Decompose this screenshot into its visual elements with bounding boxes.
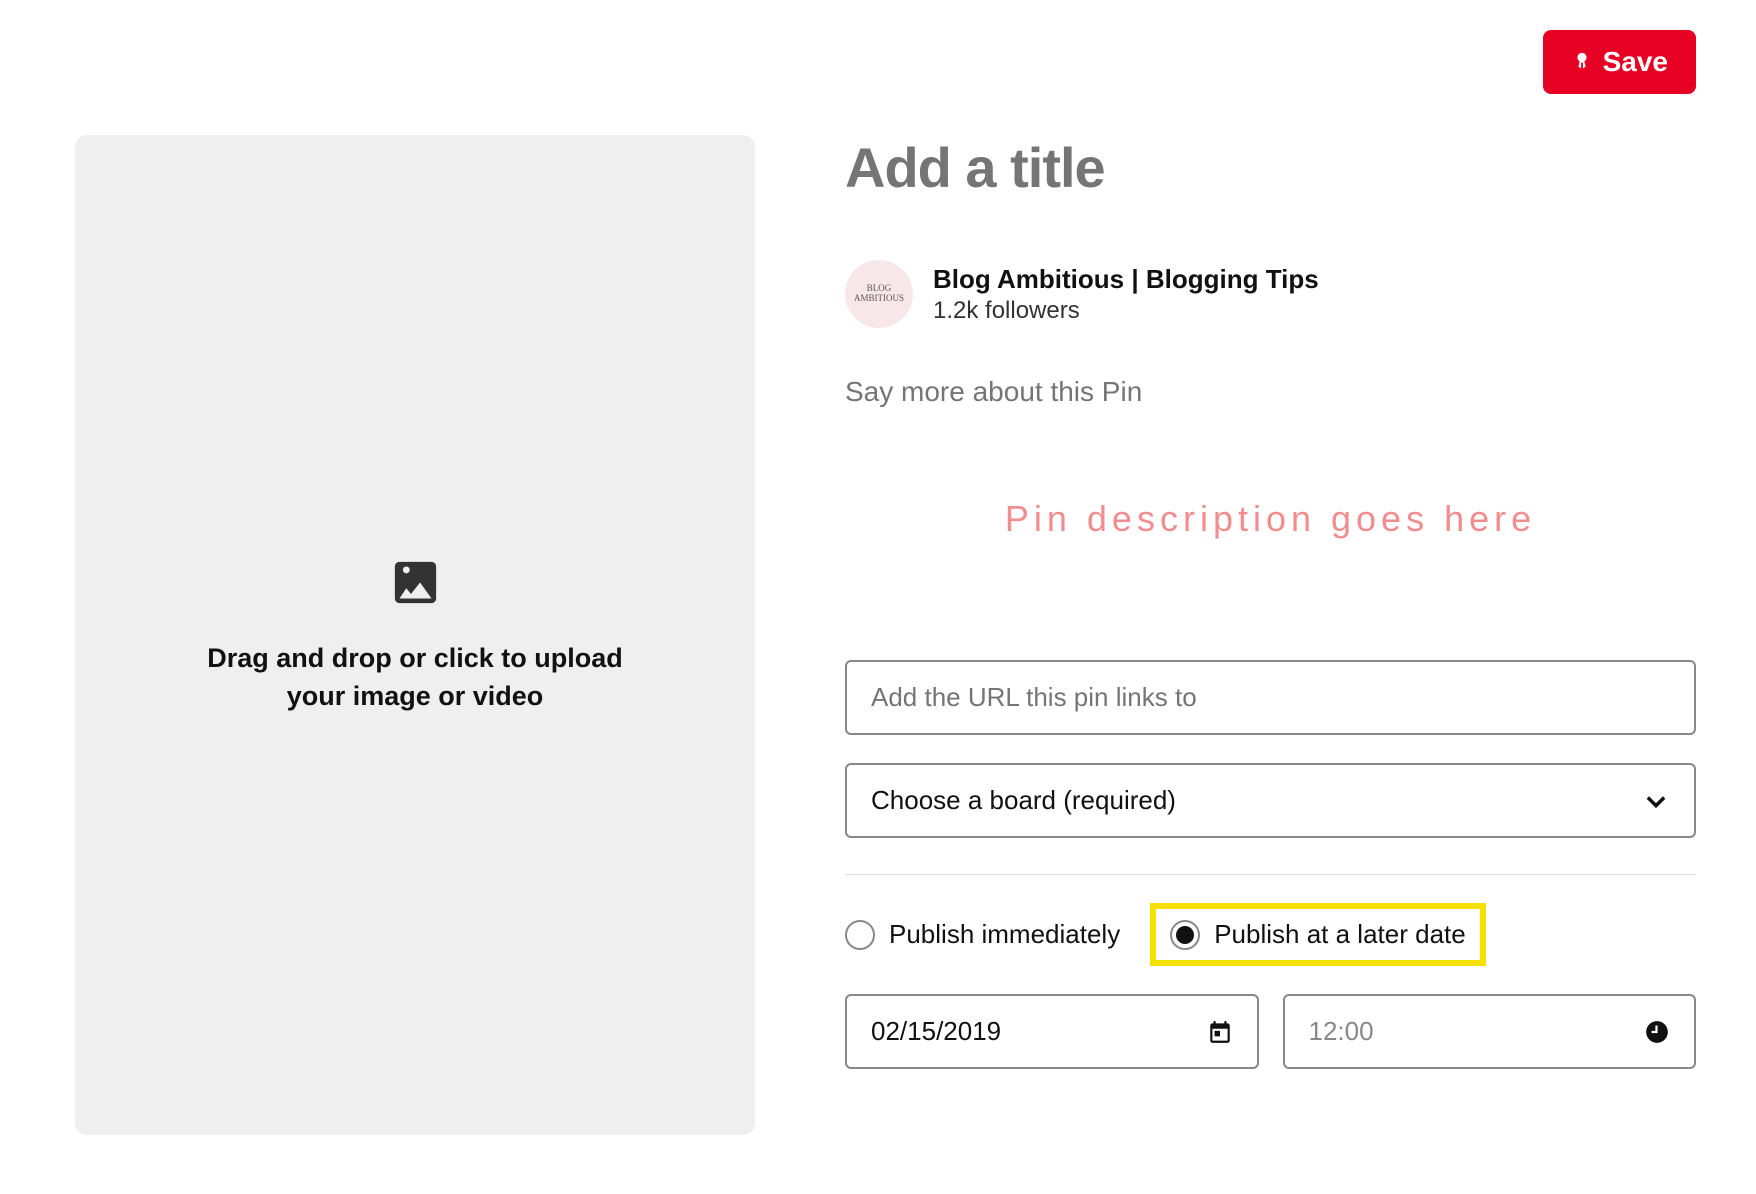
time-value: 12:00 xyxy=(1309,1016,1374,1047)
annotation-text: Pin description goes here xyxy=(845,498,1696,540)
time-input[interactable]: 12:00 xyxy=(1283,994,1697,1069)
pin-icon xyxy=(1571,48,1593,76)
publish-options: Publish immediately Publish at a later d… xyxy=(845,903,1696,966)
publish-later-label: Publish at a later date xyxy=(1214,919,1466,950)
title-input[interactable] xyxy=(845,135,1696,200)
board-select[interactable]: Choose a board (required) xyxy=(845,763,1696,838)
description-input[interactable] xyxy=(845,376,1696,408)
upload-dropzone[interactable]: Drag and drop or click to upload your im… xyxy=(75,135,755,1135)
url-input[interactable] xyxy=(845,660,1696,735)
clock-icon xyxy=(1644,1019,1670,1045)
save-button-label: Save xyxy=(1603,46,1668,78)
publish-later-radio[interactable]: Publish at a later date xyxy=(1170,919,1466,950)
date-input[interactable]: 02/15/2019 xyxy=(845,994,1259,1069)
highlight-box: Publish at a later date xyxy=(1150,903,1486,966)
board-select-label: Choose a board (required) xyxy=(871,785,1176,816)
image-upload-icon xyxy=(388,555,443,610)
avatar: BLOG AMBITIOUS xyxy=(845,260,913,328)
dropzone-text: Drag and drop or click to upload your im… xyxy=(185,640,645,716)
pin-form: BLOG AMBITIOUS Blog Ambitious | Blogging… xyxy=(845,135,1696,1135)
publish-immediately-radio[interactable]: Publish immediately xyxy=(845,919,1120,950)
radio-checked-icon xyxy=(1170,920,1200,950)
calendar-icon xyxy=(1207,1019,1233,1045)
radio-unchecked-icon xyxy=(845,920,875,950)
chevron-down-icon xyxy=(1642,787,1670,815)
author-row: BLOG AMBITIOUS Blog Ambitious | Blogging… xyxy=(845,260,1696,328)
save-button[interactable]: Save xyxy=(1543,30,1696,94)
datetime-row: 02/15/2019 12:00 xyxy=(845,994,1696,1069)
divider xyxy=(845,874,1696,875)
author-name: Blog Ambitious | Blogging Tips xyxy=(933,264,1319,295)
publish-immediately-label: Publish immediately xyxy=(889,919,1120,950)
date-value: 02/15/2019 xyxy=(871,1016,1001,1047)
author-followers: 1.2k followers xyxy=(933,297,1319,325)
